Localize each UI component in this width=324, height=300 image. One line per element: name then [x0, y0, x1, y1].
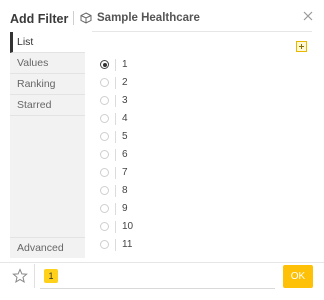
list-item-label: 9 — [122, 203, 128, 214]
list-item-label: 8 — [122, 185, 128, 196]
selected-value-chip[interactable]: 1 — [44, 269, 58, 283]
row-divider — [115, 131, 116, 143]
row-divider — [115, 203, 116, 215]
row-divider — [115, 239, 116, 251]
list-item-label: 6 — [122, 149, 128, 160]
list-item[interactable]: 2 — [92, 74, 312, 92]
ok-button[interactable]: OK — [283, 265, 313, 288]
list-item[interactable]: 5 — [92, 128, 312, 146]
radio-button[interactable] — [100, 240, 109, 249]
row-divider — [115, 167, 116, 179]
nav-item-values[interactable]: Values — [10, 53, 85, 74]
nav-item-starred[interactable]: Starred — [10, 95, 85, 116]
list-item[interactable]: 8 — [92, 182, 312, 200]
row-divider — [115, 77, 116, 89]
selection-input[interactable] — [40, 288, 275, 289]
footer-separator — [34, 264, 35, 288]
list-item[interactable]: 7 — [92, 164, 312, 182]
list-item-label: 2 — [122, 77, 128, 88]
list-item[interactable]: 9 — [92, 200, 312, 218]
row-divider — [115, 185, 116, 197]
filter-type-nav: List Values Ranking Starred Advanced — [10, 32, 85, 258]
nav-item-advanced[interactable]: Advanced — [10, 237, 85, 258]
radio-button[interactable] — [100, 78, 109, 87]
list-item-label: 5 — [122, 131, 128, 142]
list-item[interactable]: 4 — [92, 110, 312, 128]
row-divider — [115, 59, 116, 71]
radio-button[interactable] — [100, 168, 109, 177]
list-item-label: 1 — [122, 59, 128, 70]
close-icon[interactable] — [301, 9, 315, 23]
dialog-title: Add Filter — [10, 12, 69, 26]
radio-button[interactable] — [100, 204, 109, 213]
list-item[interactable]: 11 — [92, 236, 312, 254]
value-list: 1 2 3 4 5 6 7 8 9 10 11 — [92, 56, 312, 256]
nav-item-ranking[interactable]: Ranking — [10, 74, 85, 95]
list-item-label: 4 — [122, 113, 128, 124]
footer-divider — [0, 262, 324, 263]
radio-button-selected[interactable] — [100, 60, 109, 69]
list-item-label: 10 — [122, 221, 134, 232]
radio-button[interactable] — [100, 186, 109, 195]
list-item[interactable]: 10 — [92, 218, 312, 236]
list-item[interactable]: 1 — [92, 56, 312, 74]
list-item-label: 3 — [122, 95, 128, 106]
list-item-label: 11 — [122, 239, 133, 250]
radio-button[interactable] — [100, 114, 109, 123]
row-divider — [115, 149, 116, 161]
plus-icon — [299, 44, 304, 49]
star-icon[interactable] — [12, 268, 28, 284]
row-divider — [115, 95, 116, 107]
list-item[interactable]: 3 — [92, 92, 312, 110]
title-divider — [73, 11, 74, 25]
list-item-label: 7 — [122, 167, 128, 178]
radio-button[interactable] — [100, 222, 109, 231]
row-divider — [115, 221, 116, 233]
expand-icon[interactable] — [296, 41, 307, 52]
radio-button[interactable] — [100, 150, 109, 159]
nav-item-list[interactable]: List — [10, 32, 85, 53]
cube-icon — [80, 12, 92, 24]
row-divider — [115, 113, 116, 125]
list-item[interactable]: 6 — [92, 146, 312, 164]
content-divider — [92, 31, 312, 32]
radio-button[interactable] — [100, 96, 109, 105]
radio-button[interactable] — [100, 132, 109, 141]
datasource-name: Sample Healthcare — [97, 12, 200, 24]
